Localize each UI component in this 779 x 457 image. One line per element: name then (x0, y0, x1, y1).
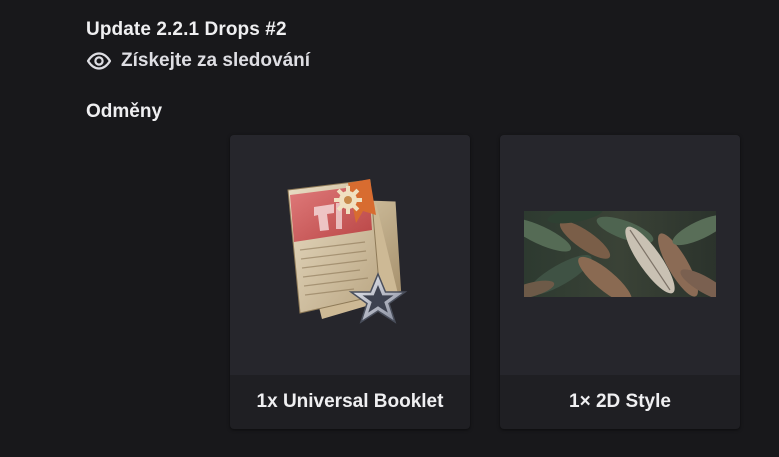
reward-card-2d-style[interactable]: 1× 2D Style (500, 135, 740, 429)
reward-image (230, 135, 470, 375)
universal-booklet-icon (287, 179, 408, 324)
drop-title: Update 2.2.1 Drops #2 (86, 19, 287, 40)
reward-image (500, 135, 740, 375)
rewards-heading: Odměny (86, 101, 163, 122)
reward-card-universal-booklet[interactable]: 1x Universal Booklet (230, 135, 470, 429)
watch-requirement-label: Získejte za sledování (121, 50, 311, 71)
2d-style-feathers-image (524, 211, 716, 297)
eye-icon (86, 49, 112, 73)
drop-campaign-panel: Update 2.2.1 Drops #2 Získejte za sledov… (0, 0, 779, 457)
reward-caption: 1× 2D Style (569, 391, 671, 412)
watch-requirement: Získejte za sledování (86, 49, 310, 73)
reward-caption: 1x Universal Booklet (256, 391, 444, 412)
